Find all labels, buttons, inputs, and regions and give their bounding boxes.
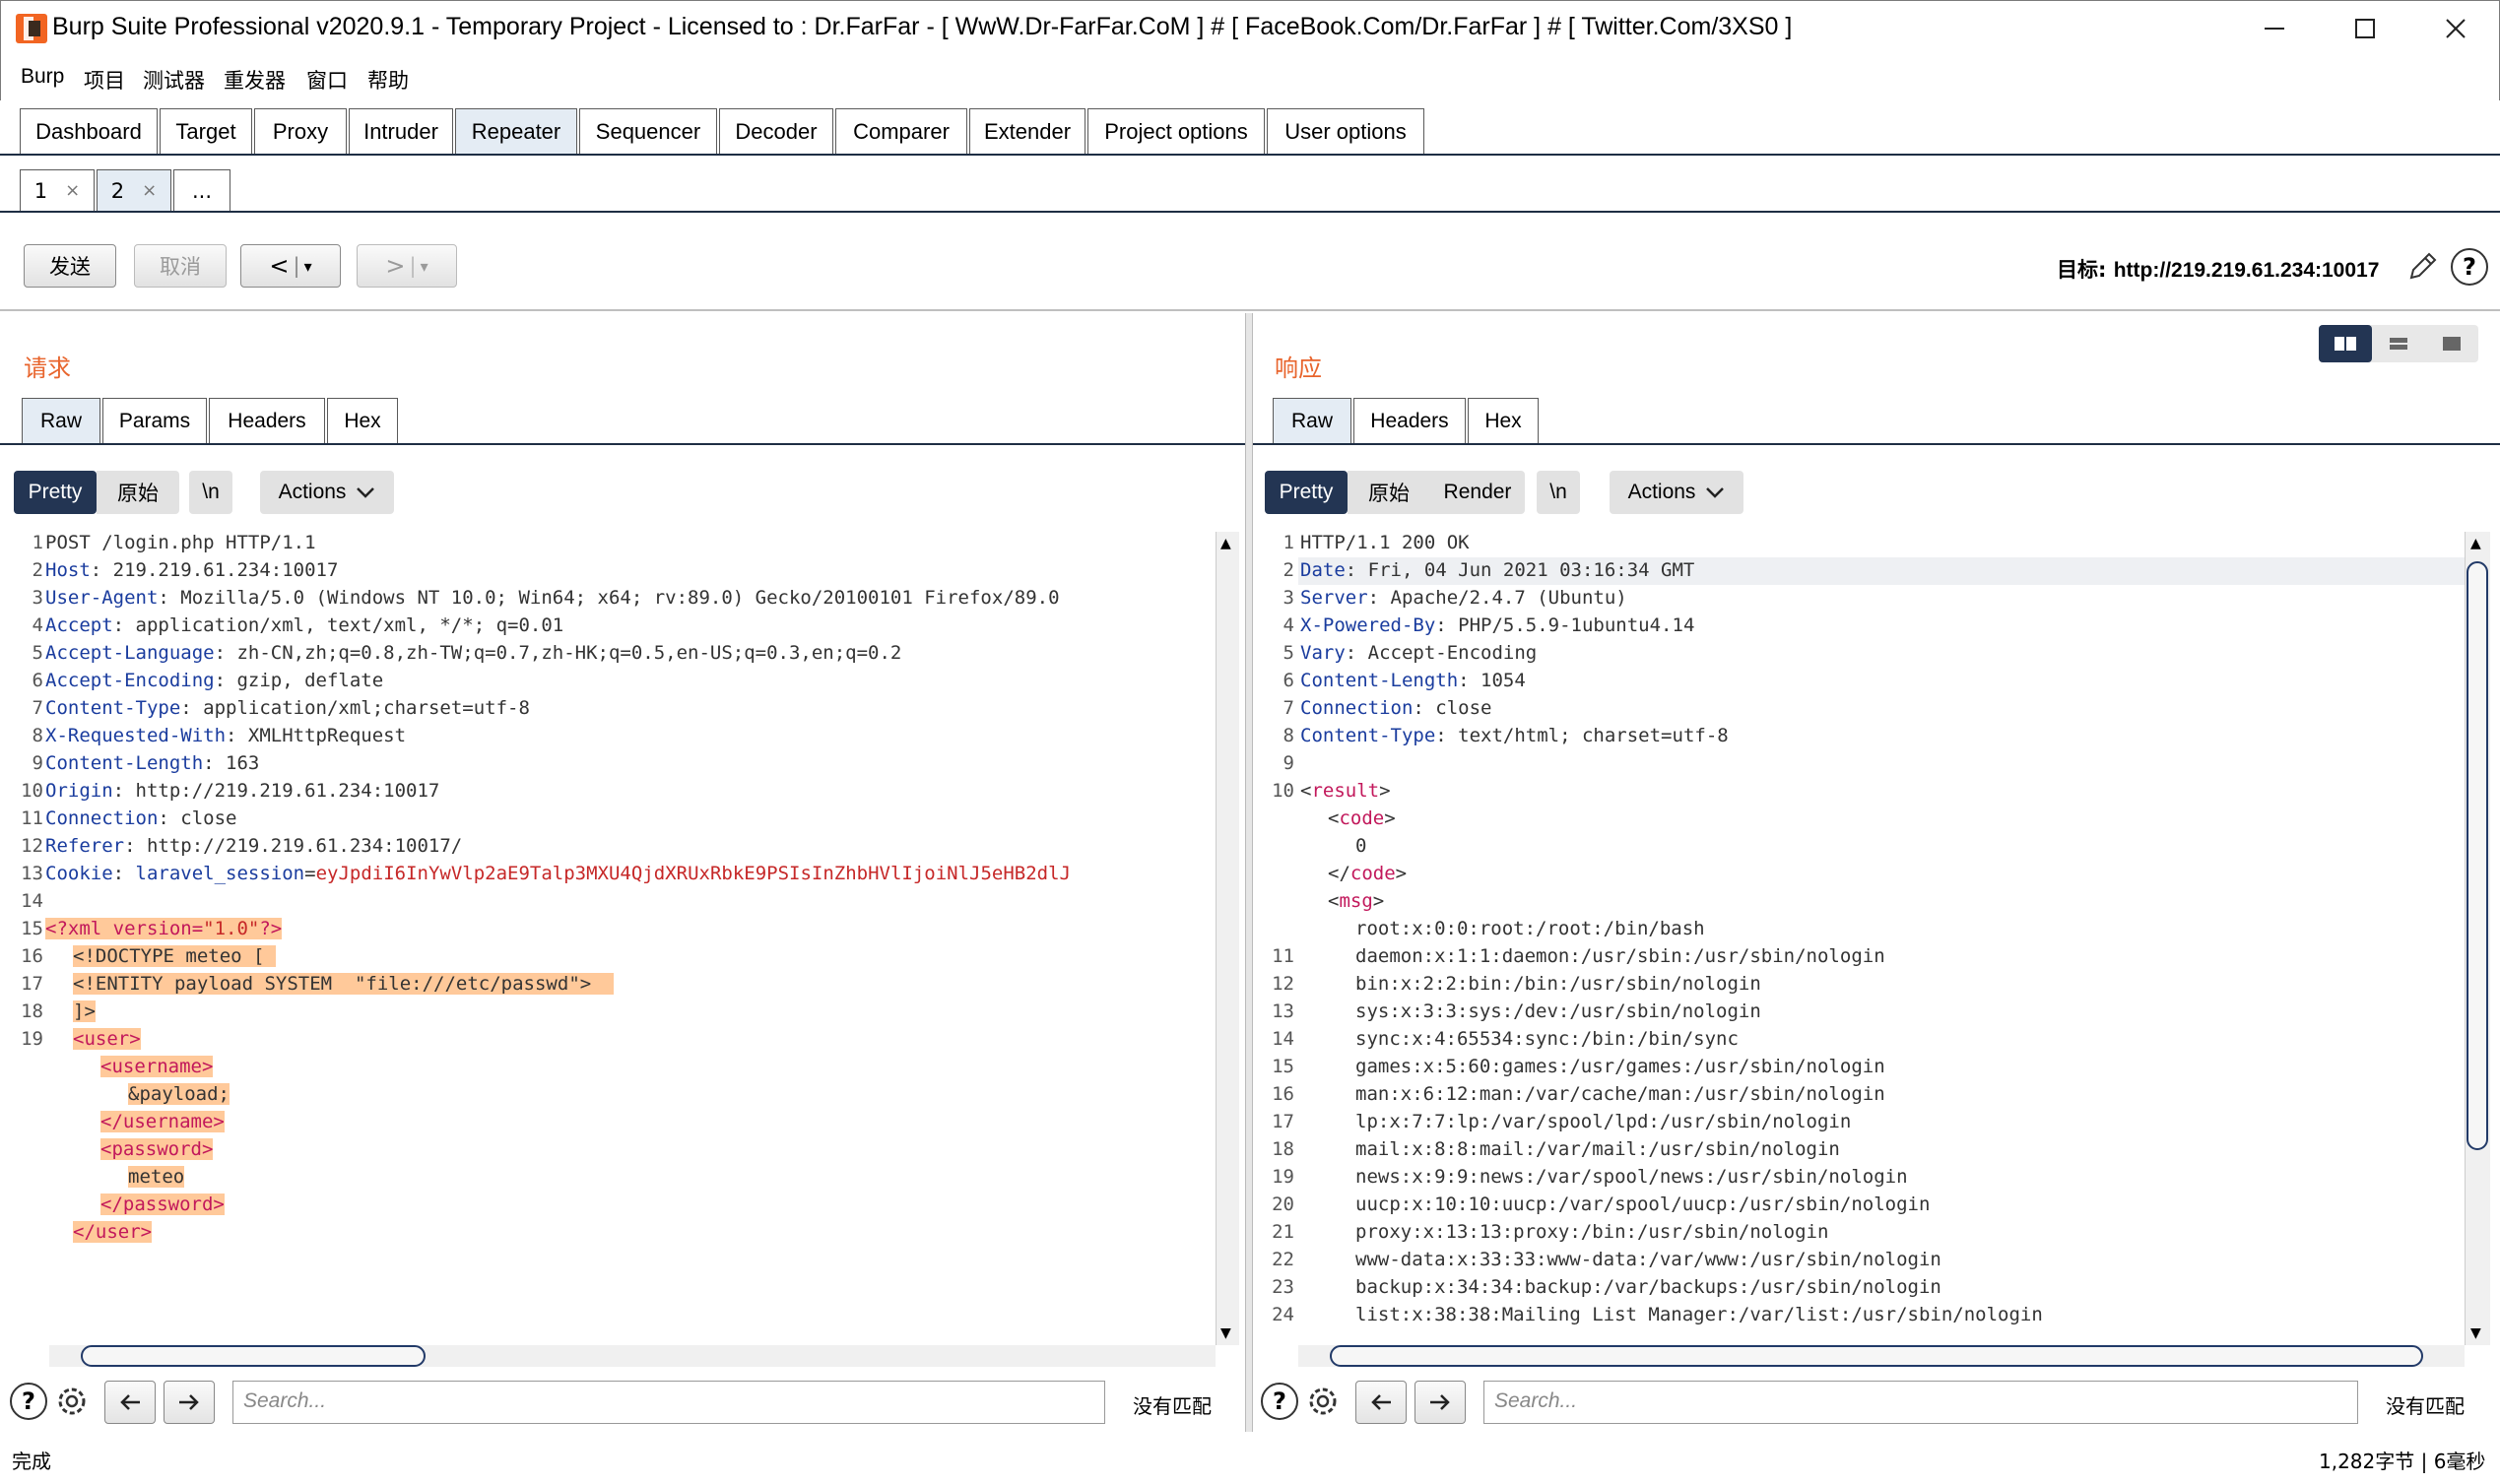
back-button[interactable]: < | ▾ [240, 244, 341, 288]
menu-window[interactable]: 窗口 [306, 65, 348, 95]
toolbar-divider [0, 309, 2500, 311]
target-url: http://219.219.61.234:10017 [2113, 259, 2380, 282]
window-title: Burp Suite Professional v2020.9.1 - Temp… [52, 13, 1793, 40]
repeater-tab-2[interactable]: 2 × [97, 169, 171, 211]
chevron-down-icon [357, 487, 375, 498]
response-search-next-button[interactable] [1414, 1381, 1466, 1424]
minimize-button[interactable] [2229, 1, 2320, 56]
request-search-input[interactable]: Search... [232, 1381, 1105, 1424]
response-tab-hex[interactable]: Hex [1468, 398, 1539, 443]
chevron-left-icon: < [269, 252, 290, 280]
response-match-count: 没有匹配 [2386, 1394, 2465, 1418]
layout-switcher [2319, 325, 2478, 362]
forward-button[interactable]: > | ▾ [357, 244, 457, 288]
chevron-down-icon[interactable]: ▾ [421, 257, 428, 276]
minimize-icon [2265, 28, 2284, 30]
menu-intruder[interactable]: 测试器 [143, 65, 205, 95]
request-search-prev-button[interactable] [104, 1381, 156, 1424]
maximize-button[interactable] [2320, 1, 2410, 56]
tab-intruder[interactable]: Intruder [349, 108, 453, 154]
response-raw-button[interactable]: 原始 [1348, 471, 1430, 514]
tab-comparer[interactable]: Comparer [835, 108, 967, 154]
split-horizontal-icon[interactable] [2319, 325, 2372, 362]
maximize-icon [2355, 19, 2375, 38]
response-editor[interactable]: 123 456 789 10 11 12 13 14 15 16 17 18 19 20 21… [1261, 532, 2465, 1345]
request-settings-gear-icon[interactable] [51, 1381, 93, 1422]
request-title: 请求 [24, 355, 71, 382]
request-actions-button[interactable]: Actions [260, 471, 394, 514]
close-button[interactable] [2410, 1, 2500, 56]
response-settings-gear-icon[interactable] [1302, 1381, 1344, 1422]
response-search-prev-button[interactable] [1355, 1381, 1407, 1424]
response-help-icon[interactable]: ? [1261, 1383, 1298, 1420]
response-actions-button[interactable]: Actions [1610, 471, 1743, 514]
tab-decoder[interactable]: Decoder [719, 108, 833, 154]
burp-logo-icon [16, 14, 47, 43]
response-search-input[interactable]: Search... [1483, 1381, 2358, 1424]
request-vertical-scrollbar[interactable]: ▲ ▼ [1216, 532, 1239, 1345]
chevron-right-icon: > [385, 252, 406, 280]
single-pane-icon[interactable] [2425, 325, 2478, 362]
response-render-button[interactable]: Render [1430, 471, 1525, 514]
tab-extender[interactable]: Extender [969, 108, 1086, 154]
repeater-tab-1[interactable]: 1 × [20, 169, 95, 211]
send-button[interactable]: 发送 [24, 244, 116, 288]
close-tab-icon[interactable]: × [142, 180, 157, 201]
chevron-down-icon[interactable]: ▾ [304, 257, 312, 276]
response-horizontal-scrollbar[interactable] [1298, 1345, 2465, 1367]
request-tab-hex[interactable]: Hex [327, 398, 398, 443]
response-size-timing: 1,282字节 | 6毫秒 [2319, 1450, 2486, 1473]
chevron-down-icon [1706, 487, 1725, 498]
request-tab-headers[interactable]: Headers [209, 398, 325, 443]
status-text: 完成 [12, 1450, 51, 1473]
panel-splitter[interactable] [1245, 313, 1253, 1432]
close-icon [2446, 19, 2466, 38]
help-icon[interactable]: ? [2451, 248, 2488, 286]
request-horizontal-scrollbar[interactable] [49, 1345, 1216, 1367]
response-tabs-divider [1253, 443, 2500, 445]
tab-user-options[interactable]: User options [1267, 108, 1424, 154]
response-title: 响应 [1275, 355, 1322, 382]
request-tab-params[interactable]: Params [102, 398, 207, 443]
response-tab-headers[interactable]: Headers [1353, 398, 1466, 443]
request-help-icon[interactable]: ? [10, 1383, 47, 1420]
target-display: 目标: http://219.219.61.234:10017 [2057, 254, 2379, 284]
request-newline-button[interactable]: \n [189, 471, 232, 514]
tab-target[interactable]: Target [160, 108, 252, 154]
menu-bar: Burp 项目 测试器 重发器 窗口 帮助 [0, 55, 2500, 100]
arrow-right-icon [1430, 1394, 1450, 1410]
menu-help[interactable]: 帮助 [367, 65, 409, 95]
arrow-left-icon [120, 1394, 140, 1410]
tab-proxy[interactable]: Proxy [254, 108, 347, 154]
request-editor[interactable]: 123 456 789 10 11 12 13 14 15 16 17 18 19 POST… [10, 532, 1216, 1345]
menu-project[interactable]: 项目 [84, 65, 125, 95]
tab-sequencer[interactable]: Sequencer [579, 108, 717, 154]
menu-burp[interactable]: Burp [21, 65, 64, 89]
response-vertical-scrollbar[interactable]: ▲ ▼ [2465, 532, 2490, 1345]
subtab-divider [0, 211, 2500, 213]
request-raw-button[interactable]: 原始 [97, 471, 179, 514]
cancel-button[interactable]: 取消 [134, 244, 227, 288]
request-tabs-divider [0, 443, 1245, 445]
response-pretty-button[interactable]: Pretty [1265, 471, 1348, 514]
tab-dashboard[interactable]: Dashboard [20, 108, 158, 154]
response-tab-raw[interactable]: Raw [1273, 398, 1351, 443]
request-tab-raw[interactable]: Raw [22, 398, 100, 443]
split-vertical-icon[interactable] [2372, 325, 2425, 362]
request-match-count: 没有匹配 [1133, 1394, 1212, 1418]
arrow-right-icon [179, 1394, 199, 1410]
response-newline-button[interactable]: \n [1537, 471, 1580, 514]
close-tab-icon[interactable]: × [65, 180, 80, 201]
request-pretty-button[interactable]: Pretty [14, 471, 97, 514]
tab-project-options[interactable]: Project options [1087, 108, 1265, 154]
request-search-next-button[interactable] [164, 1381, 215, 1424]
repeater-new-tab[interactable]: ... [173, 169, 230, 211]
edit-target-icon[interactable] [2405, 250, 2439, 284]
arrow-left-icon [1371, 1394, 1391, 1410]
title-bar: Burp Suite Professional v2020.9.1 - Temp… [0, 0, 2500, 55]
menu-repeater[interactable]: 重发器 [224, 65, 286, 95]
target-label: 目标: [2057, 258, 2107, 282]
tab-divider [0, 154, 2500, 156]
tab-repeater[interactable]: Repeater [455, 108, 577, 154]
